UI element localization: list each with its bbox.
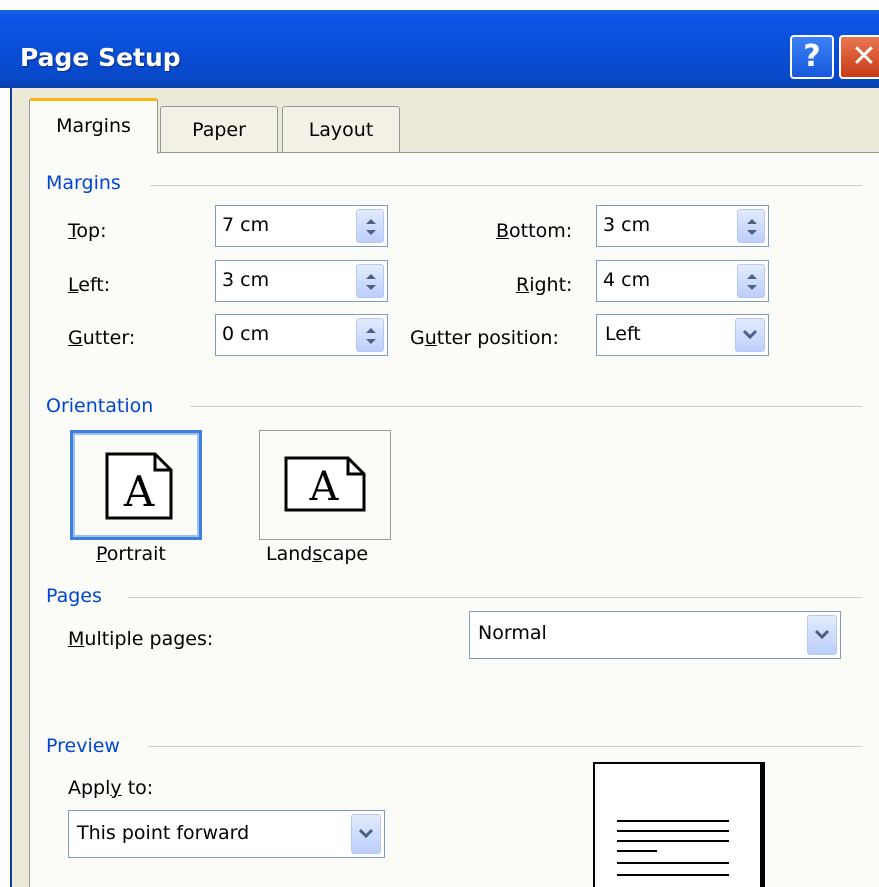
margins-divider (150, 185, 862, 186)
tab-paper[interactable]: Paper (160, 106, 278, 154)
multiple-pages-dropdown-button[interactable] (807, 615, 837, 655)
multiple-pages-label: Multiple pages: (68, 628, 214, 650)
background-strip (0, 0, 879, 10)
right-label: Right: (516, 274, 573, 296)
multiple-pages-select[interactable]: Normal (469, 611, 841, 659)
spin-arrows-icon (747, 219, 757, 235)
landscape-label: Landscape (266, 543, 369, 565)
top-spinner[interactable]: 7 cm (215, 205, 388, 247)
bottom-label: Bottom: (496, 220, 573, 242)
bottom-value: 3 cm (603, 214, 651, 236)
gutter-position-dropdown-button[interactable] (735, 318, 765, 352)
bottom-spinner[interactable]: 3 cm (596, 205, 769, 247)
left-label: Left: (68, 274, 111, 296)
landscape-page-icon: A (284, 456, 366, 512)
left-spinner[interactable]: 3 cm (215, 260, 388, 302)
spin-arrows-icon (366, 328, 376, 344)
preview-page-thumbnail (593, 762, 765, 887)
gutter-position-value: Left (605, 323, 641, 345)
right-value: 4 cm (603, 269, 651, 291)
tab-layout-label: Layout (308, 119, 374, 141)
apply-to-value: This point forward (77, 822, 250, 844)
tab-layout[interactable]: Layout (282, 106, 400, 154)
landscape-icon-letter: A (309, 464, 340, 510)
gutter-label: Gutter: (68, 327, 136, 349)
apply-to-label: Apply to: (68, 777, 154, 799)
apply-to-dropdown-button[interactable] (351, 814, 381, 854)
preview-divider (148, 746, 862, 747)
preview-text-line (617, 820, 729, 822)
left-spin-arrows[interactable] (356, 264, 384, 298)
gutter-position-select[interactable]: Left (596, 314, 769, 356)
landscape-button[interactable]: A (259, 430, 391, 540)
preview-text-line (617, 862, 729, 864)
title-bar[interactable]: Page Setup ? ✕ (0, 10, 879, 88)
portrait-button[interactable]: A (70, 430, 202, 540)
portrait-page-icon: A (105, 452, 173, 520)
gutter-value: 0 cm (222, 323, 270, 345)
tab-margins-label: Margins (56, 115, 131, 137)
preview-text-line (617, 840, 729, 842)
left-value: 3 cm (222, 269, 270, 291)
multiple-pages-value: Normal (478, 622, 547, 644)
orientation-divider (190, 406, 862, 407)
spin-arrows-icon (366, 219, 376, 235)
gutter-position-label: Gutter position: (410, 327, 559, 349)
preview-text-line (617, 874, 729, 876)
spin-arrows-icon (747, 274, 757, 290)
tab-paper-label: Paper (192, 119, 246, 141)
portrait-label: Portrait (96, 543, 166, 565)
help-button[interactable]: ? (790, 35, 834, 79)
preview-section-title: Preview (46, 735, 120, 757)
orientation-section-title: Orientation (46, 395, 154, 417)
page-setup-dialog: Page Setup ? ✕ Margins Paper Layout Marg… (0, 0, 879, 887)
close-icon: ✕ (851, 39, 877, 74)
close-button[interactable]: ✕ (839, 35, 879, 79)
top-label: Top: (68, 220, 107, 242)
right-spin-arrows[interactable] (737, 264, 765, 298)
pages-section-title: Pages (46, 585, 102, 607)
top-value: 7 cm (222, 214, 270, 236)
chevron-down-icon (743, 329, 757, 340)
portrait-icon-letter: A (123, 467, 155, 516)
preview-text-line (617, 830, 729, 832)
chevron-down-icon (815, 629, 829, 640)
preview-text-line (617, 850, 657, 852)
top-spin-arrows[interactable] (356, 209, 384, 243)
gutter-spinner[interactable]: 0 cm (215, 314, 388, 356)
dialog-title: Page Setup (20, 43, 181, 72)
pages-divider (128, 597, 862, 598)
spin-arrows-icon (366, 274, 376, 290)
tab-margins[interactable]: Margins (29, 98, 158, 154)
chevron-down-icon (359, 828, 373, 839)
margins-section-title: Margins (46, 172, 121, 194)
gutter-spin-arrows[interactable] (356, 318, 384, 352)
bottom-spin-arrows[interactable] (737, 209, 765, 243)
apply-to-select[interactable]: This point forward (68, 810, 385, 858)
right-spinner[interactable]: 4 cm (596, 260, 769, 302)
